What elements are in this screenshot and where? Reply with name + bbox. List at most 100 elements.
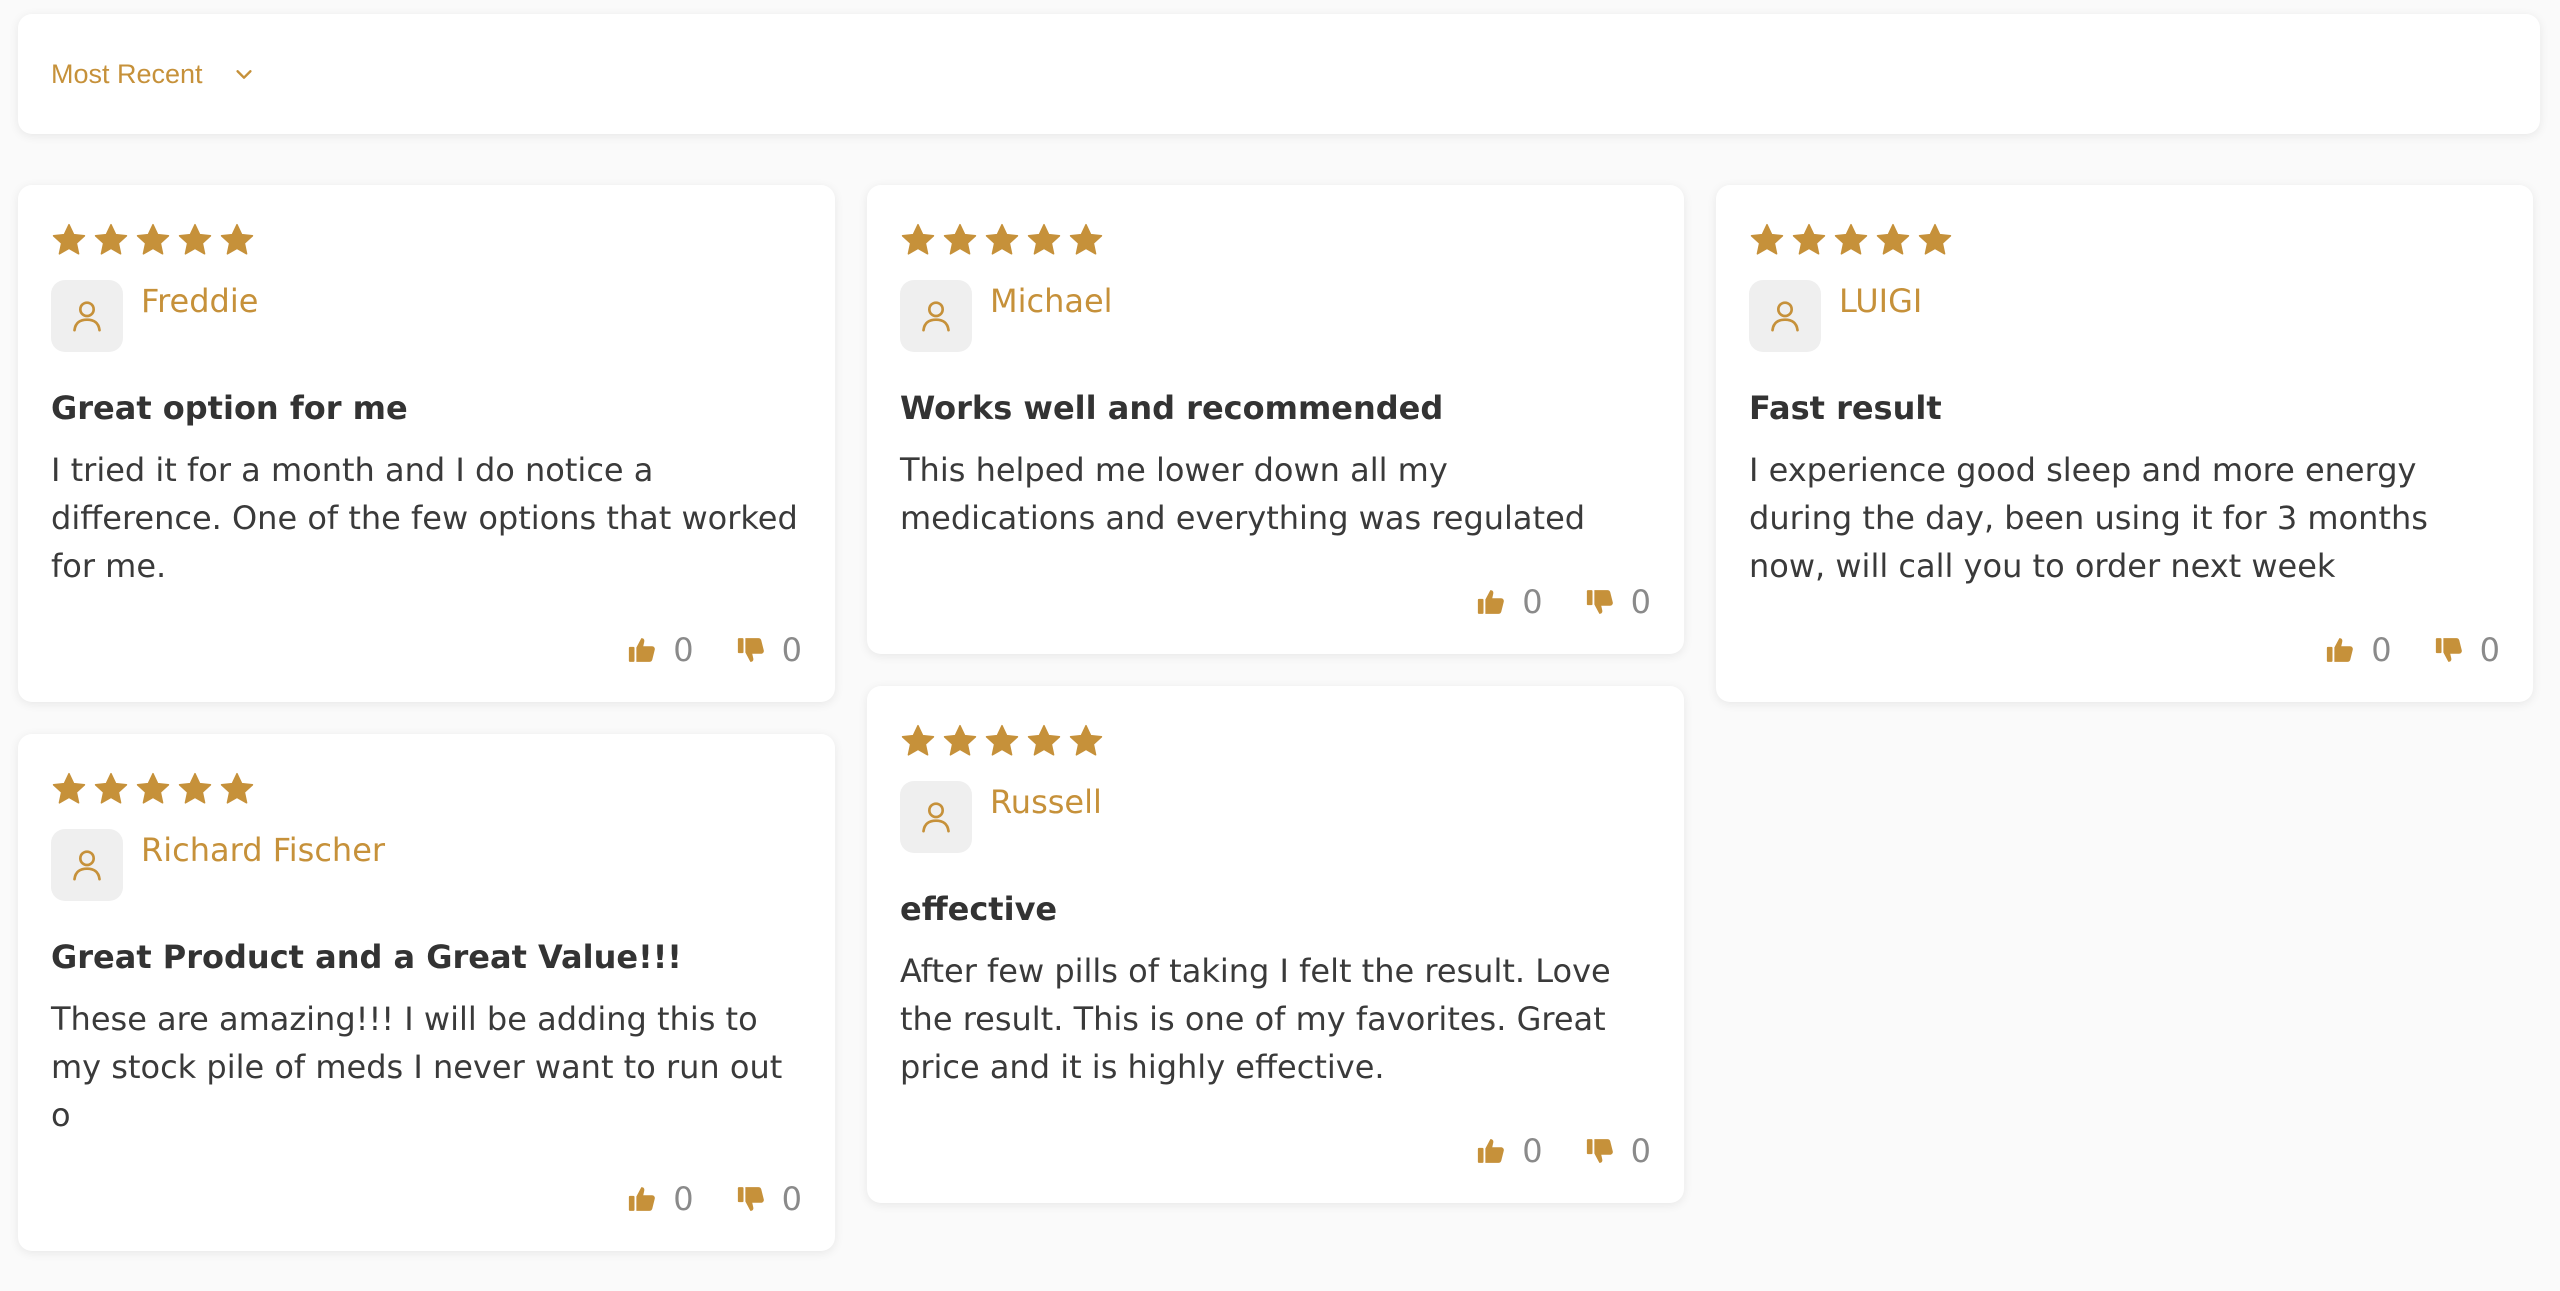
like-count: 0 [1522, 583, 1543, 621]
star-filled-icon [984, 723, 1020, 759]
review-votes: 0 0 [51, 630, 802, 670]
star-filled-icon [51, 222, 87, 258]
dislike-count: 0 [2479, 631, 2500, 669]
star-filled-icon [1068, 723, 1104, 759]
thumbs-up-icon [2325, 635, 2355, 665]
like-count: 0 [1522, 1132, 1543, 1170]
review-card: Freddie Great option for me I tried it f… [18, 185, 835, 702]
reviews-column: Freddie Great option for me I tried it f… [18, 185, 835, 1251]
review-votes: 0 0 [900, 1131, 1651, 1171]
star-filled-icon [1917, 222, 1953, 258]
star-filled-icon [177, 771, 213, 807]
dislike-count: 0 [781, 1180, 802, 1218]
like-count: 0 [2371, 631, 2392, 669]
star-filled-icon [93, 222, 129, 258]
star-filled-icon [135, 771, 171, 807]
thumbs-down-icon [1585, 587, 1615, 617]
star-filled-icon [984, 222, 1020, 258]
star-filled-icon [177, 222, 213, 258]
sort-bar: Most Recent [18, 14, 2540, 134]
dislike-count: 0 [1630, 1132, 1651, 1170]
star-filled-icon [1026, 222, 1062, 258]
star-rating [51, 769, 802, 809]
author-name: LUIGI [1839, 282, 1923, 320]
sort-dropdown-label: Most Recent [51, 58, 203, 89]
thumbs-down-icon [2434, 635, 2464, 665]
star-filled-icon [219, 771, 255, 807]
review-body: These are amazing!!! I will be adding th… [51, 1000, 783, 1134]
dislike-button[interactable]: 0 [736, 631, 802, 669]
star-rating [900, 220, 1651, 260]
reviews-grid: Freddie Great option for me I tried it f… [18, 185, 2533, 1251]
user-avatar-icon [51, 829, 123, 901]
like-count: 0 [673, 1180, 694, 1218]
star-filled-icon [900, 723, 936, 759]
star-filled-icon [1875, 222, 1911, 258]
star-filled-icon [219, 222, 255, 258]
star-filled-icon [1833, 222, 1869, 258]
thumbs-down-icon [736, 1184, 766, 1214]
reviews-column: LUIGI Fast result I experience good slee… [1716, 185, 2533, 702]
review-body: I tried it for a month and I do notice a… [51, 451, 798, 585]
star-filled-icon [1026, 723, 1062, 759]
thumbs-up-icon [1476, 587, 1506, 617]
thumbs-down-icon [736, 635, 766, 665]
review-title: Great Product and a Great Value!!! [51, 938, 682, 976]
dislike-button[interactable]: 0 [736, 1180, 802, 1218]
star-filled-icon [1068, 222, 1104, 258]
author-name: Russell [990, 783, 1102, 821]
dislike-button[interactable]: 0 [1585, 583, 1651, 621]
review-author: Freddie [51, 280, 802, 352]
like-button[interactable]: 0 [627, 1180, 694, 1218]
user-avatar-icon [51, 280, 123, 352]
user-avatar-icon [1749, 280, 1821, 352]
author-name: Freddie [141, 282, 259, 320]
star-filled-icon [942, 723, 978, 759]
author-name: Michael [990, 282, 1113, 320]
like-button[interactable]: 0 [2325, 631, 2392, 669]
like-count: 0 [673, 631, 694, 669]
review-votes: 0 0 [1749, 630, 2500, 670]
review-card: Richard Fischer Great Product and a Grea… [18, 734, 835, 1251]
star-filled-icon [93, 771, 129, 807]
star-filled-icon [1791, 222, 1827, 258]
star-filled-icon [51, 771, 87, 807]
user-avatar-icon [900, 280, 972, 352]
reviews-column: Michael Works well and recommended This … [867, 185, 1684, 1203]
sort-dropdown[interactable]: Most Recent [51, 14, 255, 134]
dislike-count: 0 [1630, 583, 1651, 621]
star-rating [900, 721, 1651, 761]
review-title: Great option for me [51, 389, 408, 427]
star-filled-icon [135, 222, 171, 258]
review-card: LUIGI Fast result I experience good slee… [1716, 185, 2533, 702]
review-author: Michael [900, 280, 1651, 352]
review-votes: 0 0 [51, 1179, 802, 1219]
review-title: Fast result [1749, 389, 1942, 427]
thumbs-up-icon [627, 1184, 657, 1214]
star-filled-icon [942, 222, 978, 258]
review-author: LUIGI [1749, 280, 2500, 352]
dislike-button[interactable]: 0 [1585, 1132, 1651, 1170]
thumbs-up-icon [627, 635, 657, 665]
chevron-down-icon [233, 63, 255, 85]
star-rating [51, 220, 802, 260]
star-filled-icon [1749, 222, 1785, 258]
review-card: Michael Works well and recommended This … [867, 185, 1684, 654]
star-rating [1749, 220, 2500, 260]
dislike-button[interactable]: 0 [2434, 631, 2500, 669]
like-button[interactable]: 0 [1476, 1132, 1543, 1170]
author-name: Richard Fischer [141, 831, 386, 869]
review-title: effective [900, 890, 1058, 928]
like-button[interactable]: 0 [1476, 583, 1543, 621]
review-body: After few pills of taking I felt the res… [900, 952, 1611, 1086]
review-body: This helped me lower down all my medicat… [900, 451, 1586, 537]
review-votes: 0 0 [900, 582, 1651, 622]
like-button[interactable]: 0 [627, 631, 694, 669]
thumbs-down-icon [1585, 1136, 1615, 1166]
thumbs-up-icon [1476, 1136, 1506, 1166]
review-body: I experience good sleep and more energy … [1749, 451, 2428, 585]
star-filled-icon [900, 222, 936, 258]
user-avatar-icon [900, 781, 972, 853]
review-title: Works well and recommended [900, 389, 1444, 427]
review-card: Russell effective After few pills of tak… [867, 686, 1684, 1203]
